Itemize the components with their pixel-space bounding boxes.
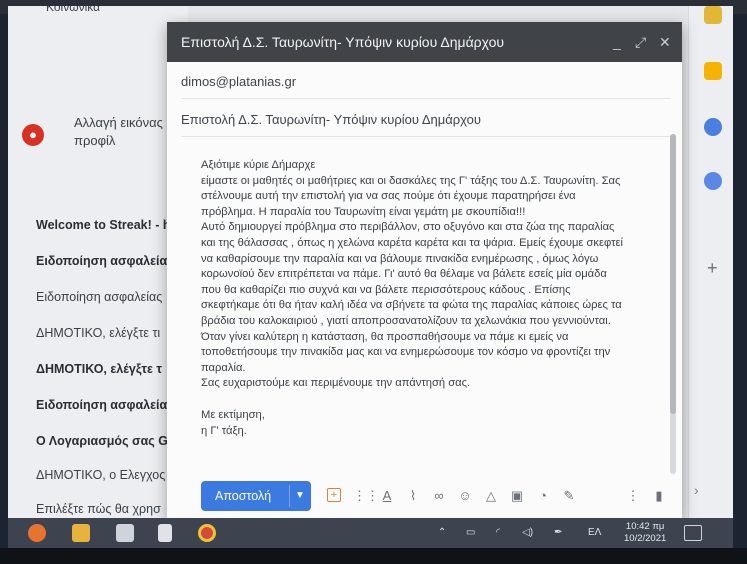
inbox-row[interactable]: Ειδοποίηση ασφαλείας: [8, 390, 188, 420]
tasks-icon[interactable]: [704, 118, 722, 136]
scrollbar-thumb[interactable]: [670, 134, 676, 414]
inbox-row-subject: Ειδοποίηση ασφαλείας: [36, 254, 174, 268]
apps-grid-icon[interactable]: ⋮⋮: [353, 488, 379, 504]
monitor-bezel-bottom: [0, 548, 747, 564]
inbox-row-subject: ΔΗΜΟΤΙΚΟ, ο Ελεγχος: [36, 468, 166, 482]
keep-icon[interactable]: [704, 62, 722, 80]
signature-line: Με εκτίμηση,: [201, 408, 265, 421]
inbox-row[interactable]: ΔΗΜΟΤΙΚΟ, ελέγξτε τι: [8, 318, 188, 348]
insert-icon[interactable]: +: [327, 488, 341, 502]
body-line: παραλία.: [201, 361, 246, 374]
body-line: βράδια του καλοκαιριού , γιατί αποπροσαν…: [201, 314, 611, 327]
inbox-row[interactable]: Ειδοποίηση ασφαλείας: [8, 282, 188, 312]
dropbox-icon[interactable]: [158, 524, 172, 542]
fullscreen-icon[interactable]: ⤢: [635, 22, 646, 62]
tray-chevron-icon[interactable]: ⌃: [438, 518, 446, 548]
body-line: Αξιότιμε κύριε Δήμαρχε: [201, 159, 316, 171]
screen: Κοινωνικά ● Αλλαγή εικόνας προφίλ Welcom…: [8, 6, 733, 548]
body-line: Όταν γίνει καλύτερη η κατάσταση, θα προσ…: [201, 330, 569, 343]
compose-header: Επιστολή Δ.Σ. Ταυρωνίτη- Υπόψιν κυρίου Δ…: [167, 22, 682, 62]
inbox-row-subject: Ειδοποίηση ασφαλείας: [36, 398, 174, 412]
close-icon[interactable]: ✕: [659, 22, 671, 62]
inbox-row-subject: Welcome to Streak! - h: [36, 218, 171, 232]
to-field[interactable]: dimos@platanias.gr: [181, 66, 671, 99]
message-body[interactable]: Αξιότιμε κύριε Δήμαρχε είμαστε οι μαθητές…: [201, 158, 671, 439]
body-line: είμαστε οι μαθητές οι μαθήτριες και οι δ…: [201, 174, 621, 187]
inbox-row[interactable]: Welcome to Streak! - h: [8, 210, 188, 240]
body-line: Αυτό δημιουργεί πρόβλημα στο περιβάλλον,…: [201, 221, 615, 234]
calendar-icon[interactable]: [704, 6, 722, 24]
emoji-icon[interactable]: ☺: [457, 488, 473, 504]
discard-icon[interactable]: ▮: [651, 488, 667, 504]
compose-title: Επιστολή Δ.Σ. Ταυρωνίτη- Υπόψιν κυρίου Δ…: [181, 34, 505, 50]
clock-time: 10:42 πμ: [625, 521, 665, 532]
inbox-row[interactable]: ΔΗΜΟΤΙΚΟ, ελέγξτε τ: [8, 354, 188, 384]
store-icon[interactable]: [116, 524, 134, 542]
body-line: στέλνουμε αυτή την επιστολή για να σας π…: [201, 190, 576, 203]
body-line: κορωνοϊού δεν επιτρέπεται να πάμε. Γι' α…: [201, 268, 607, 281]
clock-date: 10/2/2021: [624, 533, 667, 544]
inbox-row[interactable]: Ο Λογαριασμός σας Go: [8, 426, 188, 456]
formatting-icon[interactable]: A: [379, 488, 395, 504]
drive-icon[interactable]: △: [483, 488, 499, 504]
compose-window: Επιστολή Δ.Σ. Ταυρωνίτη- Υπόψιν κυρίου Δ…: [167, 22, 682, 518]
clock[interactable]: 10:42 πμ 10/2/2021: [624, 521, 666, 545]
body-line: που θα καθαρίζει πιο συχνά και να βάλετε…: [201, 283, 571, 296]
wifi-icon[interactable]: ◜: [496, 518, 500, 548]
confidential-icon[interactable]: ◔: [535, 488, 551, 504]
chrome-icon[interactable]: [198, 524, 216, 542]
chevron-right-icon[interactable]: ›: [694, 482, 699, 498]
body-line: τοποθετήσουμε την πινακίδα μας και να εν…: [201, 346, 611, 359]
body-line: Σας ευχαριστούμε και περιμένουμε την απά…: [201, 377, 471, 390]
photo-icon[interactable]: ▣: [509, 488, 525, 504]
pen-icon[interactable]: ✒: [554, 518, 562, 548]
signature-icon[interactable]: ✎: [561, 488, 577, 504]
body-line: πρόβλημα. Η παραλία του Ταυρωνίτη είναι …: [201, 205, 526, 218]
inbox-row-subject: Ειδοποίηση ασφαλείας: [36, 290, 163, 304]
send-button[interactable]: Αποστολή ▼: [201, 481, 311, 511]
notifications-icon[interactable]: [684, 525, 702, 541]
category-social[interactable]: Κοινωνικά: [46, 6, 100, 14]
body-line: σκεφτήκαμε ότι θα ήταν καλή ιδέα να σβήν…: [201, 299, 622, 312]
inbox-row-subject: ΔΗΜΟΤΙΚΟ, ελέγξτε τι: [36, 326, 161, 340]
add-addon-icon[interactable]: +: [707, 258, 718, 279]
body-line: να καθαρίσουμε την παραλία και να βάλουμ…: [201, 252, 599, 265]
inbox-list: Κοινωνικά ● Αλλαγή εικόνας προφίλ Welcom…: [8, 6, 188, 518]
language-indicator[interactable]: ΕΛ: [588, 518, 601, 548]
send-divider: [289, 485, 290, 507]
inbox-row[interactable]: ΔΗΜΟΤΙΚΟ, ο Ελεγχος: [8, 460, 188, 490]
minimize-icon[interactable]: _: [613, 22, 621, 62]
inbox-row-subject: Ο Λογαριασμός σας Go: [36, 434, 176, 448]
inbox-row-subject: ΔΗΜΟΤΙΚΟ, ελέγξτε τ: [36, 362, 162, 376]
taskbar: ⌃ ▭ ◜ ◁) ✒ ΕΛ 10:42 πμ 10/2/2021: [8, 518, 733, 548]
send-options-icon[interactable]: ▼: [295, 481, 305, 511]
send-label: Αποστολή: [215, 489, 272, 503]
body-line: και της θάλασσας , όπως η χελώνα καρέτα …: [201, 236, 623, 249]
compose-toolbar: Αποστολή ▼ + ⋮⋮ A ⌇ ∞ ☺ △ ▣ ◔ ✎ ⋮ ▮: [167, 478, 682, 518]
link-icon[interactable]: ∞: [431, 488, 447, 504]
account-alert-icon: ●: [22, 124, 44, 146]
firefox-icon[interactable]: [28, 524, 46, 542]
volume-icon[interactable]: ◁): [522, 518, 533, 548]
side-panel-rail: +: [688, 6, 733, 518]
battery-icon[interactable]: ▭: [466, 518, 475, 548]
contacts-icon[interactable]: [704, 172, 722, 190]
subject-field[interactable]: Επιστολή Δ.Σ. Ταυρωνίτη- Υπόψιν κυρίου Δ…: [181, 104, 671, 137]
file-explorer-icon[interactable]: [72, 524, 90, 542]
attach-icon[interactable]: ⌇: [405, 488, 421, 504]
more-options-icon[interactable]: ⋮: [625, 488, 641, 504]
inbox-row[interactable]: Ειδοποίηση ασφαλείας: [8, 246, 188, 276]
signature-line: η Γ' τάξη.: [201, 424, 247, 437]
